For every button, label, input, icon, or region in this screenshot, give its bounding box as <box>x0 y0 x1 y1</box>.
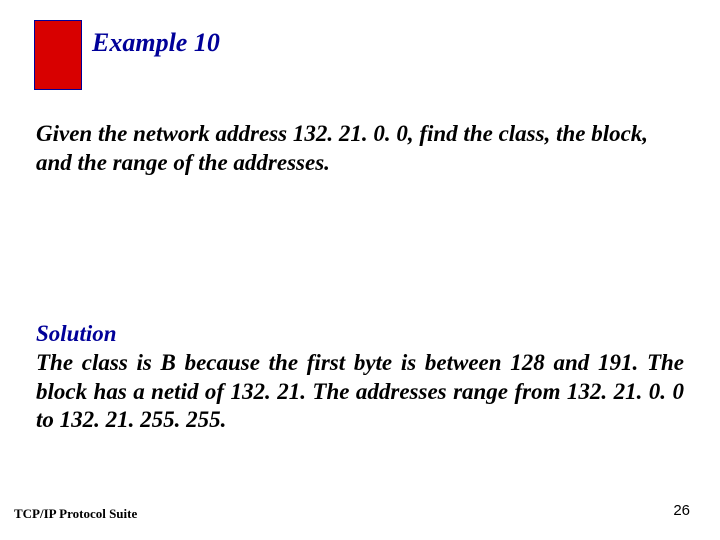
example-title: Example 10 <box>92 28 220 58</box>
footer-source: TCP/IP Protocol Suite <box>14 506 137 522</box>
title-number: 10 <box>194 28 220 57</box>
slide: Example 10 Given the network address 132… <box>0 0 720 540</box>
question-text: Given the network address 132. 21. 0. 0,… <box>36 120 684 178</box>
solution-label: Solution <box>36 320 684 349</box>
accent-box <box>34 20 82 90</box>
solution-block: Solution The class is B because the firs… <box>36 320 684 435</box>
solution-body: The class is B because the first byte is… <box>36 349 684 435</box>
title-label: Example <box>92 28 187 57</box>
page-number: 26 <box>673 502 690 519</box>
